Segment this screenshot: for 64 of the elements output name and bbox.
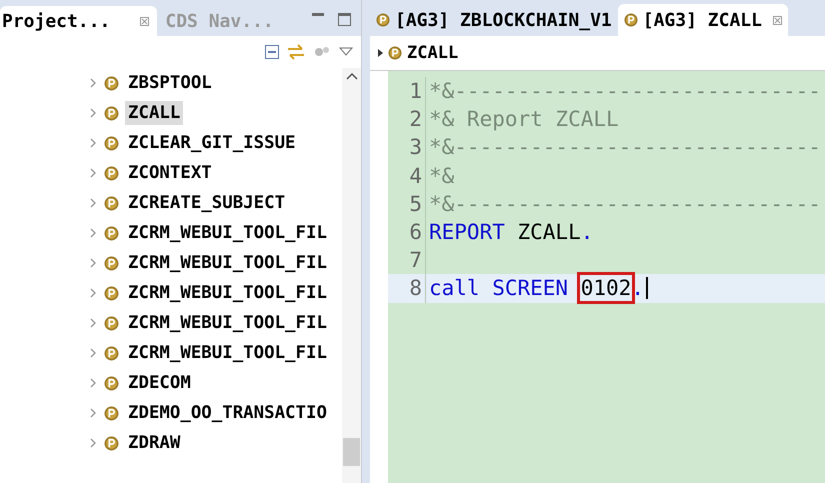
code-text: ZCALL: [516, 220, 581, 244]
program-icon: [104, 106, 119, 120]
line-number: 8: [388, 274, 426, 302]
tree-item[interactable]: ZDRAW: [125, 431, 184, 455]
code-comment: *&-----------------------------: [429, 192, 821, 216]
tab[interactable]: [AG3] ZBLOCKCHAIN_V1: [370, 4, 618, 36]
breadcrumb[interactable]: ZCALL: [407, 43, 458, 63]
tree-item[interactable]: ZCLEAR_GIT_ISSUE: [125, 131, 299, 155]
tree-item[interactable]: ZCRM_WEBUI_TOOL_FIL: [125, 311, 330, 335]
tab[interactable]: [AG3] ZCALL: [618, 4, 788, 36]
tree-item[interactable]: ZCRM_WEBUI_TOOL_FIL: [125, 251, 330, 275]
code-keyword: .: [580, 220, 594, 244]
program-icon: [104, 136, 119, 150]
text-cursor: [646, 277, 648, 300]
scrollbar-thumb[interactable]: [343, 438, 360, 466]
code-keyword: SCREEN: [491, 276, 570, 300]
code-area[interactable]: 1 *&----------------------------- 2 *& Report ZCALL 3 *&----------------------------- 4 *& 5 *&----------------------------- 6 REPORT ZCALL. 7 8 call SCREEN 0102.: [388, 71, 825, 483]
close-icon[interactable]: [140, 16, 150, 26]
tab[interactable]: Project...: [0, 6, 158, 36]
program-icon: [104, 226, 119, 240]
view-menu-icon[interactable]: [339, 47, 353, 57]
program-icon: [104, 436, 119, 450]
tree-item[interactable]: ZBSPTOOL: [125, 71, 215, 95]
code-comment: *&-----------------------------: [429, 135, 821, 160]
line-number: 3: [388, 133, 426, 162]
close-icon[interactable]: [772, 16, 782, 24]
program-icon: [104, 286, 119, 300]
code-keyword: .: [631, 276, 644, 300]
scroll-up-icon[interactable]: [346, 72, 358, 80]
maximize-icon[interactable]: [338, 13, 351, 26]
line-number: 2: [388, 105, 426, 134]
tree-item[interactable]: ZCONTEXT: [125, 161, 215, 185]
program-icon: [104, 166, 119, 180]
program-icon: [104, 76, 119, 90]
tree-item[interactable]: ZCRM_WEBUI_TOOL_FIL: [125, 221, 330, 245]
program-icon: [104, 256, 119, 270]
program-icon: [624, 13, 638, 27]
collapse-all-icon[interactable]: [265, 45, 279, 59]
code-keyword: REPORT: [429, 220, 505, 244]
line-number: 5: [388, 190, 426, 218]
code-comment: *&: [429, 164, 454, 188]
tree-item[interactable]: ZCRM_WEBUI_TOOL_FIL: [125, 341, 330, 365]
tree-item[interactable]: ZDEMO_OO_TRANSACTIO: [125, 401, 330, 425]
link-editor-icon[interactable]: [287, 44, 305, 60]
line-number: 4: [388, 162, 426, 190]
program-icon: [376, 13, 390, 27]
code-comment: *& Report ZCALL: [429, 107, 619, 132]
minimize-icon[interactable]: [312, 13, 324, 17]
code-comment: *&-----------------------------: [429, 79, 821, 104]
program-icon: [104, 346, 119, 360]
expand-arrow-icon[interactable]: [378, 49, 383, 57]
program-icon: [388, 46, 402, 60]
program-icon: [104, 196, 119, 210]
program-icon: [104, 376, 119, 390]
tree-item[interactable]: ZCREATE_SUBJECT: [125, 191, 288, 215]
program-icon: [104, 406, 119, 420]
line-number: 1: [388, 77, 426, 106]
tree-item[interactable]: ZCRM_WEBUI_TOOL_FIL: [125, 281, 330, 305]
program-icon: [104, 316, 119, 330]
code-keyword: call: [429, 276, 480, 300]
scrollbar[interactable]: [342, 68, 361, 483]
tree-item[interactable]: ZCALL: [125, 101, 184, 125]
line-number: 6: [388, 218, 426, 246]
tree-item[interactable]: ZDECOM: [125, 371, 194, 395]
